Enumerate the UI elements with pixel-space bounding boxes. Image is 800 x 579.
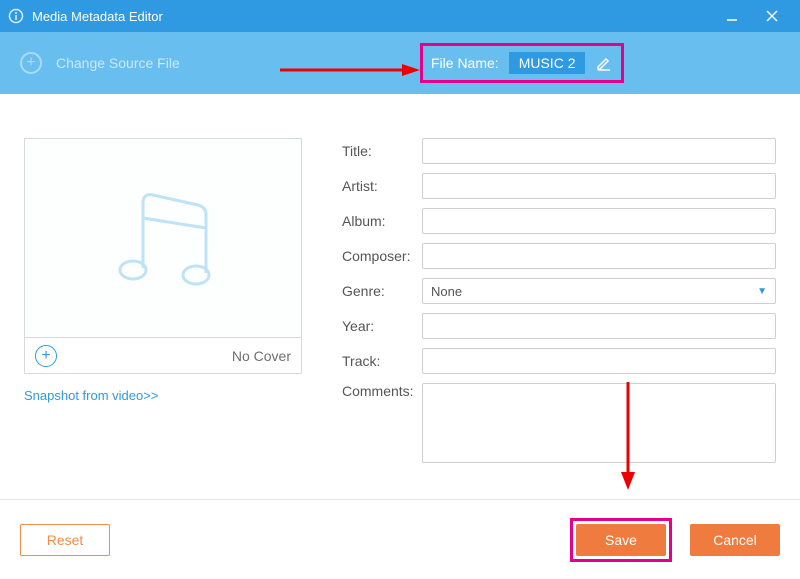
footer: Reset Save Cancel xyxy=(0,499,800,579)
cover-preview xyxy=(24,138,302,338)
edit-filename-icon[interactable] xyxy=(595,54,613,72)
artist-label: Artist: xyxy=(342,178,422,194)
change-source-link[interactable]: Change Source File xyxy=(56,55,180,71)
titlebar: Media Metadata Editor xyxy=(0,0,800,32)
filename-value[interactable]: MUSIC 2 xyxy=(509,52,586,74)
genre-select[interactable]: None ▼ xyxy=(422,278,776,304)
comments-label: Comments: xyxy=(342,383,422,399)
form-column: Title: Artist: Album: Composer: Genre: N… xyxy=(342,138,776,499)
comments-input[interactable] xyxy=(422,383,776,463)
chevron-down-icon: ▼ xyxy=(757,286,767,297)
no-cover-label: No Cover xyxy=(232,348,291,364)
annotation-arrow-horizontal xyxy=(280,62,420,78)
composer-label: Composer: xyxy=(342,248,422,264)
main-area: + No Cover Snapshot from video>> Title: … xyxy=(0,94,800,499)
genre-value: None xyxy=(431,284,462,299)
filename-label: File Name: xyxy=(431,55,499,71)
cancel-button[interactable]: Cancel xyxy=(690,524,780,556)
save-button[interactable]: Save xyxy=(576,524,666,556)
track-input[interactable] xyxy=(422,348,776,374)
title-label: Title: xyxy=(342,143,422,159)
minimize-button[interactable] xyxy=(712,9,752,23)
year-input[interactable] xyxy=(422,313,776,339)
artist-input[interactable] xyxy=(422,173,776,199)
save-highlight: Save xyxy=(570,518,672,562)
cover-row: + No Cover xyxy=(24,338,302,374)
album-label: Album: xyxy=(342,213,422,229)
year-label: Year: xyxy=(342,318,422,334)
composer-input[interactable] xyxy=(422,243,776,269)
title-input[interactable] xyxy=(422,138,776,164)
add-cover-icon[interactable]: + xyxy=(35,345,57,367)
add-source-icon[interactable]: + xyxy=(20,52,42,74)
info-icon xyxy=(8,8,24,24)
album-input[interactable] xyxy=(422,208,776,234)
music-note-icon xyxy=(98,173,228,303)
toolbar: + Change Source File File Name: MUSIC 2 xyxy=(0,32,800,94)
cover-column: + No Cover Snapshot from video>> xyxy=(24,138,302,499)
track-label: Track: xyxy=(342,353,422,369)
genre-label: Genre: xyxy=(342,283,422,299)
window-title: Media Metadata Editor xyxy=(32,9,163,24)
reset-button[interactable]: Reset xyxy=(20,524,110,556)
filename-highlight: File Name: MUSIC 2 xyxy=(420,43,624,83)
snapshot-link[interactable]: Snapshot from video>> xyxy=(24,388,158,403)
close-button[interactable] xyxy=(752,9,792,23)
